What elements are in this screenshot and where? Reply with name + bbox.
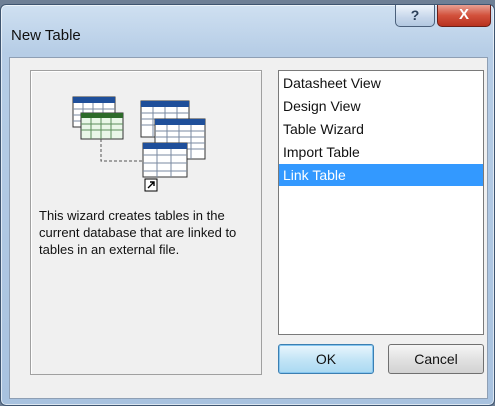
table-options-list[interactable]: Datasheet View Design View Table Wizard … — [278, 70, 484, 335]
cancel-button[interactable]: Cancel — [388, 344, 484, 374]
help-button[interactable]: ? — [395, 5, 435, 27]
dialog-content: This wizard creates tables in the curren… — [9, 57, 488, 399]
info-panel: This wizard creates tables in the curren… — [30, 70, 262, 375]
wizard-description: This wizard creates tables in the curren… — [39, 208, 237, 257]
linked-table-icon — [140, 100, 206, 192]
linked-tables-icon — [72, 96, 206, 192]
close-button[interactable]: X — [437, 5, 491, 27]
dialog-title: New Table — [11, 27, 81, 44]
ok-button[interactable]: OK — [278, 344, 374, 374]
list-item-table-wizard[interactable]: Table Wizard — [279, 118, 483, 140]
list-item-design-view[interactable]: Design View — [279, 95, 483, 117]
list-item-import-table[interactable]: Import Table — [279, 141, 483, 163]
source-table-icon — [72, 96, 124, 140]
list-item-datasheet-view[interactable]: Datasheet View — [279, 72, 483, 94]
list-item-link-table[interactable]: Link Table — [279, 164, 483, 186]
new-table-dialog: New Table ? X This wizard creates tables… — [0, 4, 495, 406]
